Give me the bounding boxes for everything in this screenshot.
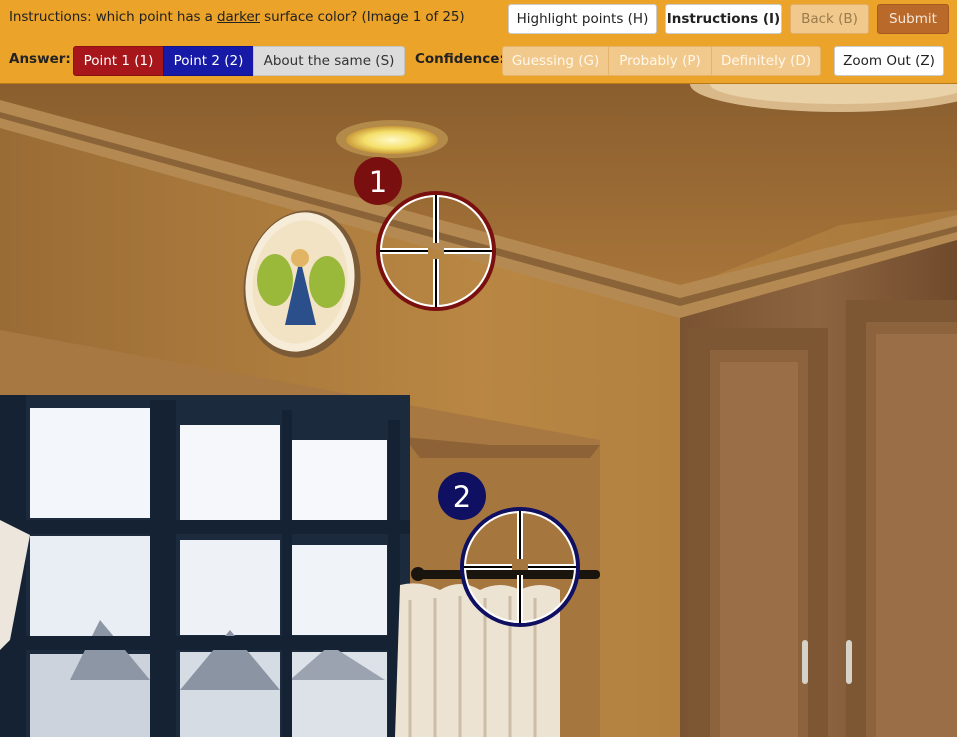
kitchen-photo: 1 2 bbox=[0, 84, 957, 737]
answer-point-1-button[interactable]: Point 1 (1) bbox=[73, 46, 164, 76]
back-button[interactable]: Back (B) bbox=[790, 4, 869, 34]
instructions-text: Instructions: which point has a darker s… bbox=[9, 9, 465, 25]
instructions-emphasis: darker bbox=[216, 9, 260, 25]
confidence-label: Confidence: bbox=[415, 51, 505, 67]
point-2-number: 2 bbox=[453, 480, 471, 514]
point-1-number: 1 bbox=[369, 165, 387, 199]
highlight-points-button[interactable]: Highlight points (H) bbox=[508, 4, 657, 34]
window bbox=[0, 395, 410, 737]
photo-canvas[interactable]: 1 2 bbox=[0, 84, 957, 737]
confidence-definitely-button[interactable]: Definitely (D) bbox=[711, 46, 821, 76]
confidence-probably-button[interactable]: Probably (P) bbox=[608, 46, 712, 76]
instructions-prefix: Instructions: which point has a bbox=[9, 9, 217, 25]
zoom-out-button[interactable]: Zoom Out (Z) bbox=[834, 46, 944, 76]
answer-same-button[interactable]: About the same (S) bbox=[253, 46, 405, 76]
answer-label: Answer: bbox=[9, 51, 71, 67]
answer-point-2-button[interactable]: Point 2 (2) bbox=[163, 46, 254, 76]
instructions-button[interactable]: Instructions (I) bbox=[665, 4, 782, 34]
instructions-suffix: surface color? (Image 1 of 25) bbox=[259, 9, 465, 25]
cabinets bbox=[680, 240, 957, 737]
submit-button[interactable]: Submit bbox=[877, 4, 949, 34]
confidence-guessing-button[interactable]: Guessing (G) bbox=[502, 46, 609, 76]
toolbar: Instructions: which point has a darker s… bbox=[0, 0, 957, 84]
